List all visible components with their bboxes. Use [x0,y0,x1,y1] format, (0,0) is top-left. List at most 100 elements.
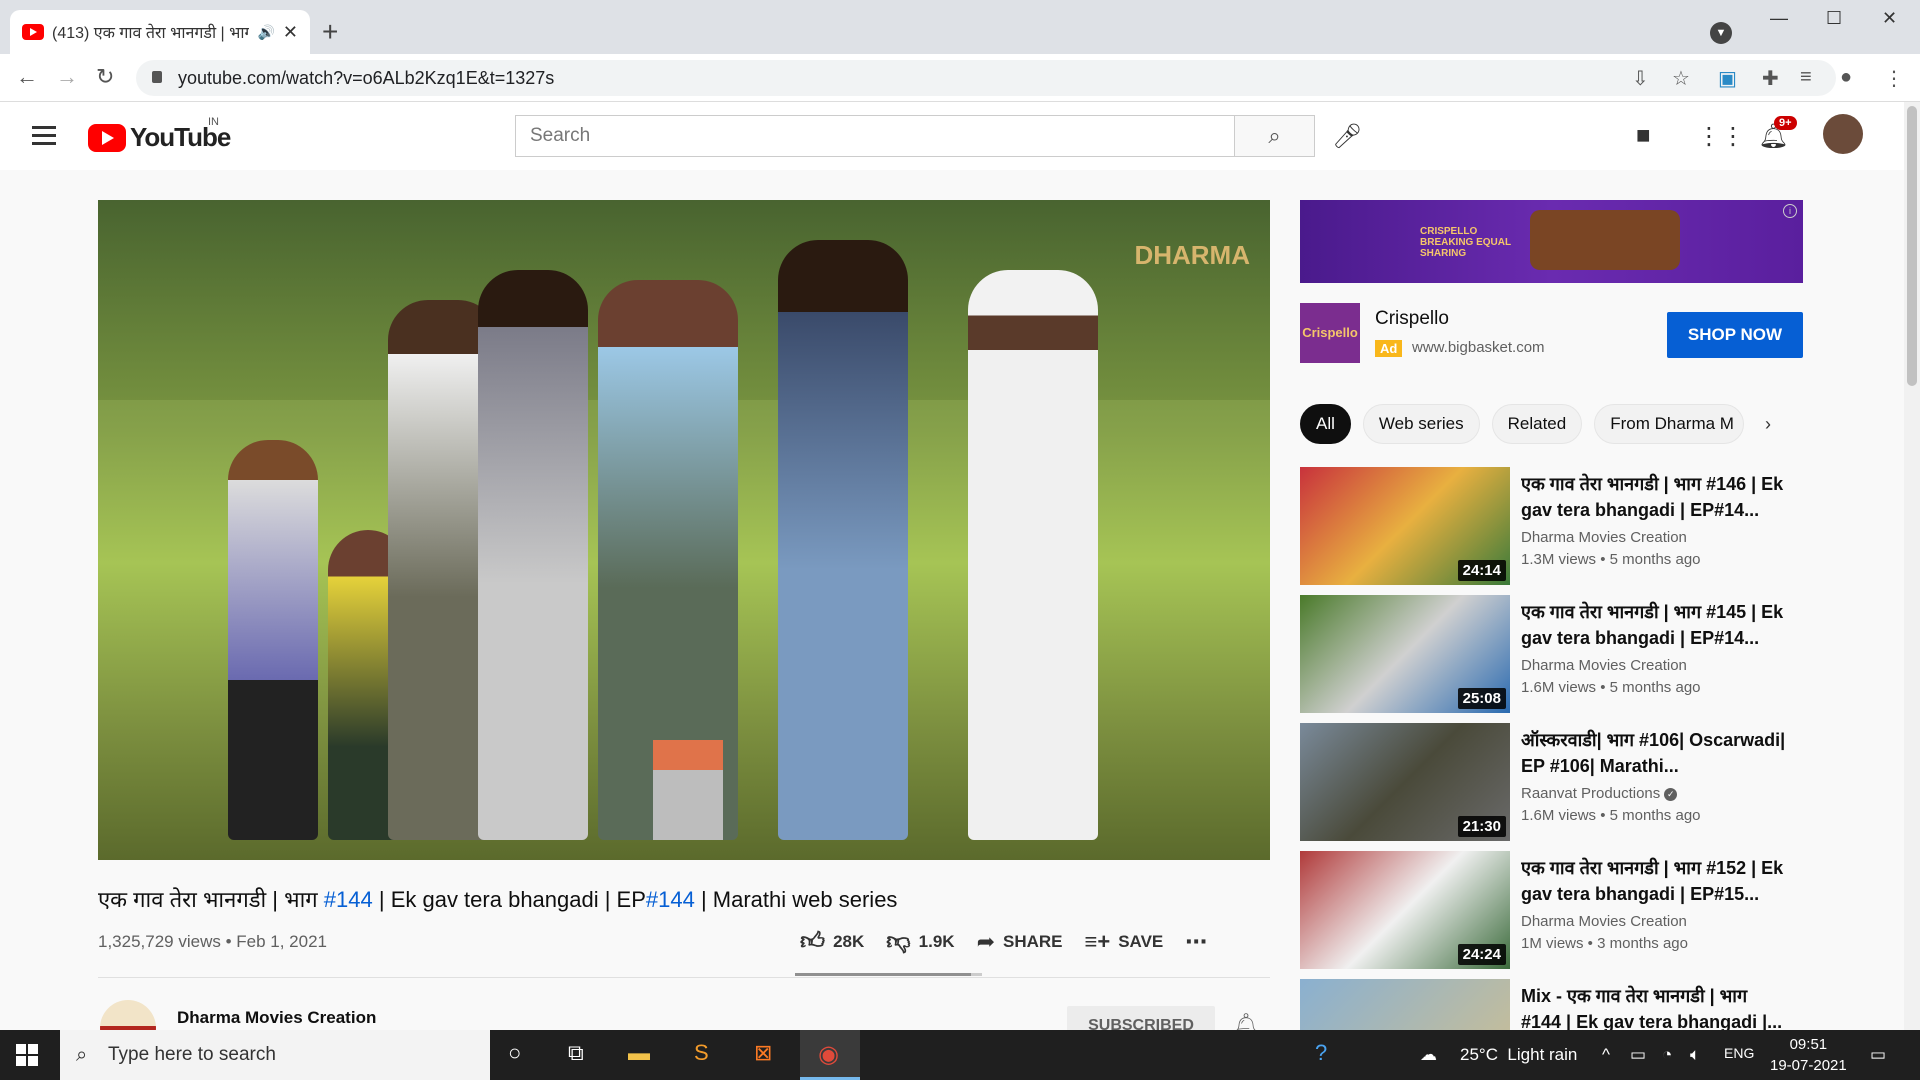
windows-taskbar: ⌕ Type here to search ○ ⧉ ▬ S ⊠ ◉ ? ☁ 25… [0,1030,1920,1080]
video-thumbnail[interactable]: 24:14 [1300,467,1510,585]
taskbar-search-input[interactable]: ⌕ Type here to search [60,1030,490,1080]
browser-tab[interactable]: (413) एक गाव तेरा भानगडी | भाग 🔊 ✕ [10,10,310,54]
ad-info-icon[interactable]: i [1783,204,1797,218]
like-button[interactable]: 👍︎ 28K [800,928,864,956]
video-thumbnail[interactable]: 25:08 [1300,595,1510,713]
forward-icon[interactable]: → [56,64,78,90]
search-input[interactable]: Search [515,115,1235,157]
chrome-menu-icon[interactable]: ⋮ [1884,66,1904,91]
back-icon[interactable]: ← [16,64,38,90]
hashtag-link[interactable]: #144 [646,887,695,912]
search-button[interactable]: ⌕ [1235,115,1315,157]
chip-all[interactable]: All [1300,404,1351,444]
rec-title[interactable]: ऑस्करवाडी| भाग #106| Oscarwadi| EP #106|… [1521,727,1791,779]
shop-now-button[interactable]: SHOP NOW [1667,312,1803,358]
rec-channel[interactable]: Dharma Movies Creation [1521,913,1687,930]
chip-related[interactable]: Related [1491,404,1583,444]
notification-center-icon[interactable]: ▭ [1870,1045,1886,1065]
profile-avatar-icon[interactable]: ● [1840,66,1852,89]
hashtag-link[interactable]: #144 [324,887,373,912]
save-button[interactable]: ≡+ SAVE [1085,929,1164,955]
battery-icon[interactable]: ▭ [1630,1045,1646,1065]
volume-icon[interactable]: 🔈︎ [1690,1045,1700,1065]
reload-icon[interactable]: ↻ [96,64,114,90]
taskbar-search-placeholder: Type here to search [108,1044,276,1065]
language-indicator[interactable]: ENG [1724,1045,1754,1061]
list-item[interactable]: 25:08 एक गाव तेरा भानगडी | भाग #145 | Ek… [1300,595,1810,715]
minimize-button[interactable]: — [1770,8,1788,29]
cortana-icon[interactable]: ○ [508,1040,521,1066]
page-scrollbar[interactable] [1904,102,1920,1030]
chip-web-series[interactable]: Web series [1362,404,1480,444]
rec-title[interactable]: एक गाव तेरा भानगडी | भाग #146 | Ek gav t… [1521,471,1791,523]
list-item[interactable]: 24:14 एक गाव तेरा भानगडी | भाग #146 | Ek… [1300,467,1810,587]
rec-channel[interactable]: Raanvat Productions ✓ [1521,785,1678,802]
channel-name[interactable]: Dharma Movies Creation [177,1008,376,1028]
rec-channel-name: Raanvat Productions [1521,785,1661,802]
scrollbar-thumb[interactable] [1907,106,1917,386]
video-thumbnail[interactable]: 24:24 [1300,851,1510,969]
maximize-button[interactable]: ☐ [1826,8,1842,29]
file-explorer-icon[interactable]: ▬ [628,1040,650,1066]
ad-badge: Ad [1375,340,1403,357]
close-window-button[interactable]: ✕ [1882,8,1897,29]
verified-icon: ✓ [1664,787,1678,801]
rec-channel[interactable]: Dharma Movies Creation [1521,529,1687,546]
ad-banner[interactable]: CRISPELLO BREAKING EQUAL SHARING i [1300,200,1803,283]
chrome-icon: ◉ [818,1041,839,1068]
rec-channel[interactable]: Dharma Movies Creation [1521,657,1687,674]
video-player[interactable]: DHARMA [98,200,1270,860]
weather-icon[interactable]: ☁ [1420,1045,1437,1065]
microphone-icon[interactable]: 🎤︎ [1332,122,1362,151]
rec-title[interactable]: एक गाव तेरा भानगडी | भाग #152 | Ek gav t… [1521,855,1791,907]
more-horizontal-icon: ⋯ [1185,929,1208,954]
apps-grid-icon[interactable]: ⋮⋮ [1697,122,1745,151]
chip-from-channel[interactable]: From Dharma M [1594,404,1745,444]
account-avatar[interactable] [1823,114,1863,154]
rec-title[interactable]: Mix - एक गाव तेरा भानगडी | भाग #144 | Ek… [1521,983,1791,1030]
media-control-icon[interactable]: ≡ [1800,66,1812,89]
title-text: | Ek gav tera bhangadi | EP [372,887,646,912]
menu-icon[interactable] [32,126,56,150]
video-title: एक गाव तेरा भानगडी | भाग #144 | Ek gav t… [98,884,897,914]
install-icon[interactable]: ⇩ [1632,66,1649,91]
list-item[interactable]: 24:24 एक गाव तेरा भानगडी | भाग #152 | Ek… [1300,851,1810,971]
milk-can [653,740,723,840]
new-tab-button[interactable]: + [322,16,338,48]
xampp-icon[interactable]: ⊠ [754,1040,772,1066]
rec-views: 1.3M views • 5 months ago [1521,551,1701,568]
rec-title[interactable]: एक गाव तेरा भानगडी | भाग #145 | Ek gav t… [1521,599,1791,651]
video-thumbnail[interactable] [1300,979,1510,1030]
show-hidden-icons[interactable]: ^ [1602,1045,1610,1065]
more-actions-button[interactable]: ⋯ [1185,929,1207,955]
task-view-icon[interactable]: ⧉ [568,1040,584,1066]
video-thumbnail[interactable]: 21:30 [1300,723,1510,841]
wifi-icon[interactable]: ◔ [1662,1045,1672,1065]
ad-brand-name[interactable]: Crispello [1375,308,1449,330]
list-item[interactable]: 21:30 ऑस्करवाडी| भाग #106| Oscarwadi| EP… [1300,723,1810,843]
divider [98,977,1270,978]
help-icon[interactable]: ? [1315,1040,1327,1066]
list-item[interactable]: Mix - एक गाव तेरा भानगडी | भाग #144 | Ek… [1300,979,1810,1030]
tab-search-icon[interactable]: ▼ [1710,22,1732,44]
extension-icon[interactable]: ▣ [1718,66,1737,91]
create-video-icon[interactable]: ■ [1636,122,1651,150]
weather-text[interactable]: 25°C Light rain [1460,1045,1577,1065]
system-clock[interactable]: 09:51 19-07-2021 [1770,1034,1847,1076]
share-button[interactable]: ➦ SHARE [977,929,1063,955]
address-bar[interactable]: youtube.com/watch?v=o6ALb2Kzq1E&t=1327s [136,60,1836,96]
windows-start-icon[interactable] [16,1044,38,1066]
like-count: 28K [833,932,865,951]
bookmark-star-icon[interactable]: ☆ [1672,66,1690,91]
video-person [968,270,1098,840]
ad-logo[interactable]: Crispello [1300,303,1360,363]
duration-badge: 25:08 [1457,688,1506,709]
speaker-icon[interactable]: 🔊 [257,24,274,41]
sublime-text-icon[interactable]: S [694,1040,709,1066]
chrome-taskbar-button[interactable]: ◉ [800,1030,860,1080]
puzzle-icon[interactable]: ✚ [1762,66,1779,91]
search-icon: ⌕ [76,1044,88,1066]
chevron-right-icon[interactable]: › [1765,414,1771,435]
close-tab-icon[interactable]: ✕ [283,22,298,43]
dislike-button[interactable]: 👎︎ 1.9K [886,928,954,956]
